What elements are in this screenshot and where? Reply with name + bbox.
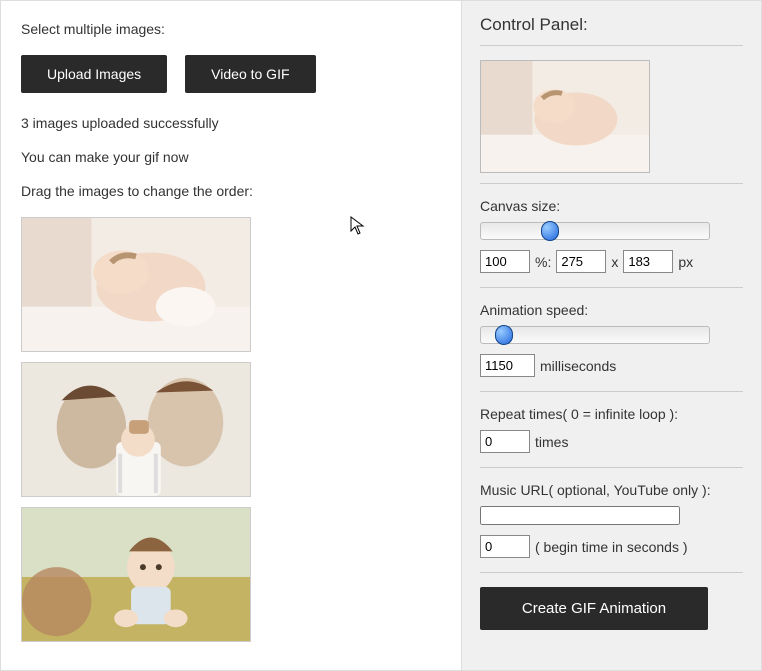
canvas-height-input[interactable] — [623, 250, 673, 273]
make-hint: You can make your gif now — [21, 149, 441, 165]
music-url-input[interactable] — [480, 506, 680, 525]
canvas-width-input[interactable] — [556, 250, 606, 273]
music-section: Music URL( optional, YouTube only ): ( b… — [480, 482, 743, 558]
panel-title: Control Panel: — [480, 15, 743, 35]
repeat-section: Repeat times( 0 = infinite loop ): times — [480, 406, 743, 453]
thumb-list — [21, 217, 441, 642]
begin-label: ( begin time in seconds ) — [535, 539, 688, 555]
divider — [480, 572, 743, 573]
video-to-gif-button[interactable]: Video to GIF — [185, 55, 315, 93]
speed-slider[interactable] — [480, 326, 710, 344]
divider — [480, 183, 743, 184]
upload-images-button[interactable]: Upload Images — [21, 55, 167, 93]
px-label: px — [678, 254, 693, 270]
preview-image — [480, 60, 650, 173]
speed-unit: milliseconds — [540, 358, 616, 374]
divider — [480, 391, 743, 392]
slider-thumb-icon[interactable] — [541, 221, 559, 241]
slider-thumb-icon[interactable] — [495, 325, 513, 345]
repeat-input[interactable] — [480, 430, 530, 453]
canvas-size-section: Canvas size: %: x px — [480, 198, 743, 273]
drag-hint: Drag the images to change the order: — [21, 183, 441, 199]
list-item[interactable] — [21, 507, 251, 642]
list-item[interactable] — [21, 217, 251, 352]
canvas-percent-input[interactable] — [480, 250, 530, 273]
upload-status: 3 images uploaded successfully — [21, 115, 441, 131]
left-panel: Select multiple images: Upload Images Vi… — [1, 1, 461, 670]
divider — [480, 45, 743, 46]
percent-suffix: %: — [535, 254, 551, 270]
repeat-unit: times — [535, 434, 568, 450]
button-row: Upload Images Video to GIF — [21, 55, 441, 93]
repeat-label: Repeat times( 0 = infinite loop ): — [480, 406, 743, 422]
divider — [480, 467, 743, 468]
divider — [480, 287, 743, 288]
music-label: Music URL( optional, YouTube only ): — [480, 482, 743, 498]
control-panel: Control Panel: Canvas size: %: x — [461, 1, 761, 670]
select-label: Select multiple images: — [21, 21, 441, 37]
list-item[interactable] — [21, 362, 251, 497]
speed-label: Animation speed: — [480, 302, 743, 318]
mult-label: x — [611, 254, 618, 270]
animation-speed-section: Animation speed: milliseconds — [480, 302, 743, 377]
create-gif-button[interactable]: Create GIF Animation — [480, 587, 708, 630]
begin-time-input[interactable] — [480, 535, 530, 558]
canvas-size-label: Canvas size: — [480, 198, 743, 214]
speed-input[interactable] — [480, 354, 535, 377]
canvas-size-slider[interactable] — [480, 222, 710, 240]
